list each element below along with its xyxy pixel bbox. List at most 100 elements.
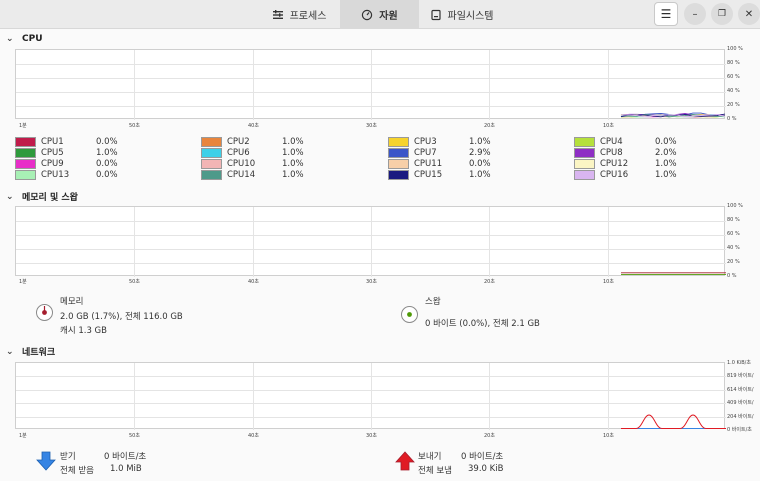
list-icon bbox=[272, 9, 284, 21]
color-swatch[interactable] bbox=[201, 158, 222, 169]
cpu-legend-name: CPU8 bbox=[600, 147, 623, 158]
color-swatch[interactable] bbox=[15, 169, 36, 180]
color-swatch[interactable] bbox=[388, 169, 409, 180]
cpu-legend-value: 0.0% bbox=[469, 158, 491, 169]
memory-section-title: 메모리 및 스왑 bbox=[22, 193, 78, 203]
color-swatch[interactable] bbox=[574, 136, 595, 147]
cpu-legend-item-cpu3[interactable]: CPU3 1.0% bbox=[388, 136, 491, 147]
color-swatch[interactable] bbox=[201, 136, 222, 147]
cpu-legend-name: CPU13 bbox=[41, 169, 70, 180]
minimize-button[interactable]: – bbox=[684, 3, 706, 25]
receive-label: 받기 bbox=[60, 452, 76, 462]
cpu-legend-item-cpu7[interactable]: CPU7 2.9% bbox=[388, 147, 491, 158]
cpu-legend-name: CPU5 bbox=[41, 147, 64, 158]
y-tick-label: 819 바이트/ bbox=[727, 373, 754, 379]
tab-resources[interactable]: 자원 bbox=[340, 0, 419, 29]
x-tick-label: 1분 bbox=[19, 123, 27, 129]
network-section-title: 네트워크 bbox=[22, 348, 56, 358]
hamburger-menu-icon: ☰ bbox=[660, 7, 672, 21]
close-button[interactable]: ✕ bbox=[738, 3, 760, 25]
send-total: 39.0 KiB bbox=[468, 464, 504, 474]
x-tick-label: 30초 bbox=[366, 279, 377, 285]
cpu-legend-item-cpu2[interactable]: CPU2 1.0% bbox=[201, 136, 304, 147]
color-swatch[interactable] bbox=[201, 147, 222, 158]
cpu-legend-value: 2.9% bbox=[469, 147, 491, 158]
x-tick-label: 1분 bbox=[19, 433, 27, 439]
cpu-legend-value: 0.0% bbox=[655, 136, 677, 147]
color-swatch[interactable] bbox=[574, 158, 595, 169]
restore-button[interactable]: ❐ bbox=[711, 3, 733, 25]
main-menu-button[interactable]: ☰ bbox=[654, 2, 678, 26]
tab-processes[interactable]: 프로세스 bbox=[258, 0, 340, 29]
swap-pie-icon[interactable] bbox=[401, 306, 418, 323]
cpu-legend-item-cpu15[interactable]: CPU15 1.0% bbox=[388, 169, 491, 180]
send-arrow-icon[interactable] bbox=[395, 451, 415, 475]
y-tick-label: 80 % bbox=[727, 217, 740, 223]
cpu-legend-value: 0.0% bbox=[96, 136, 118, 147]
cpu-legend-item-cpu14[interactable]: CPU14 1.0% bbox=[201, 169, 304, 180]
cpu-legend-name: CPU12 bbox=[600, 158, 629, 169]
swap-usage: 0 바이트 (0.0%), 전체 2.1 GB bbox=[425, 319, 540, 329]
color-swatch[interactable] bbox=[201, 169, 222, 180]
y-tick-label: 0 % bbox=[727, 116, 737, 122]
cpu-legend-value: 1.0% bbox=[469, 169, 491, 180]
cpu-legend-item-cpu13[interactable]: CPU13 0.0% bbox=[15, 169, 118, 180]
x-tick-label: 30초 bbox=[366, 123, 377, 129]
y-tick-label: 60 % bbox=[727, 74, 740, 80]
x-tick-label: 40초 bbox=[248, 123, 259, 129]
chevron-down-icon: ⌄ bbox=[6, 346, 14, 357]
cpu-legend-item-cpu12[interactable]: CPU12 1.0% bbox=[574, 158, 677, 169]
memory-section-header[interactable]: ⌄ 메모리 및 스왑 bbox=[6, 190, 78, 204]
y-tick-label: 20 % bbox=[727, 259, 740, 265]
y-tick-label: 60 % bbox=[727, 231, 740, 237]
cpu-legend-item-cpu10[interactable]: CPU10 1.0% bbox=[201, 158, 304, 169]
x-tick-label: 10초 bbox=[603, 279, 614, 285]
cpu-legend-item-cpu4[interactable]: CPU4 0.0% bbox=[574, 136, 677, 147]
color-swatch[interactable] bbox=[388, 136, 409, 147]
x-tick-label: 40초 bbox=[248, 433, 259, 439]
cpu-legend-value: 1.0% bbox=[282, 169, 304, 180]
cpu-legend-value: 1.0% bbox=[282, 136, 304, 147]
minimize-icon: – bbox=[692, 8, 698, 20]
tab-processes-label: 프로세스 bbox=[289, 11, 327, 22]
cpu-legend-item-cpu5[interactable]: CPU5 1.0% bbox=[15, 147, 118, 158]
cpu-legend-name: CPU16 bbox=[600, 169, 629, 180]
memory-pie-icon[interactable] bbox=[36, 304, 53, 321]
cpu-legend-value: 0.0% bbox=[96, 169, 118, 180]
y-tick-label: 204 바이트/ bbox=[727, 414, 754, 420]
chevron-down-icon: ⌄ bbox=[6, 34, 14, 44]
color-swatch[interactable] bbox=[574, 147, 595, 158]
y-tick-label: 100 % bbox=[727, 46, 743, 52]
receive-total-label: 전체 받음 bbox=[60, 466, 94, 476]
cpu-legend-item-cpu1[interactable]: CPU1 0.0% bbox=[15, 136, 118, 147]
cpu-legend-name: CPU11 bbox=[414, 158, 443, 169]
chevron-down-icon: ⌄ bbox=[6, 191, 14, 202]
cpu-legend-item-cpu16[interactable]: CPU16 1.0% bbox=[574, 169, 677, 180]
cpu-legend-name: CPU9 bbox=[41, 158, 64, 169]
cpu-legend-name: CPU3 bbox=[414, 136, 437, 147]
cpu-legend-item-cpu6[interactable]: CPU6 1.0% bbox=[201, 147, 304, 158]
cpu-legend-value: 1.0% bbox=[282, 158, 304, 169]
color-swatch[interactable] bbox=[15, 147, 36, 158]
cpu-legend-item-cpu9[interactable]: CPU9 0.0% bbox=[15, 158, 118, 169]
cpu-legend-item-cpu11[interactable]: CPU11 0.0% bbox=[388, 158, 491, 169]
color-swatch[interactable] bbox=[388, 147, 409, 158]
gauge-icon bbox=[361, 9, 373, 21]
color-swatch[interactable] bbox=[574, 169, 595, 180]
receive-rate: 0 바이트/초 bbox=[104, 452, 147, 462]
tab-filesystems[interactable]: 파일시스템 bbox=[419, 0, 504, 29]
color-swatch[interactable] bbox=[388, 158, 409, 169]
cpu-legend-value: 1.0% bbox=[655, 158, 677, 169]
network-section-header[interactable]: ⌄ 네트워크 bbox=[6, 345, 56, 359]
send-rate: 0 바이트/초 bbox=[461, 452, 504, 462]
cpu-section-header[interactable]: ⌄ CPU bbox=[6, 34, 43, 44]
cpu-legend-name: CPU6 bbox=[227, 147, 250, 158]
cpu-legend-item-cpu8[interactable]: CPU8 2.0% bbox=[574, 147, 677, 158]
close-icon: ✕ bbox=[744, 8, 754, 20]
receive-arrow-icon[interactable] bbox=[36, 451, 56, 475]
cpu-section-title: CPU bbox=[22, 34, 43, 44]
y-tick-label: 0 바이트/초 bbox=[727, 427, 752, 433]
memory-usage: 2.0 GB (1.7%), 전체 116.0 GB bbox=[60, 312, 183, 322]
color-swatch[interactable] bbox=[15, 136, 36, 147]
color-swatch[interactable] bbox=[15, 158, 36, 169]
